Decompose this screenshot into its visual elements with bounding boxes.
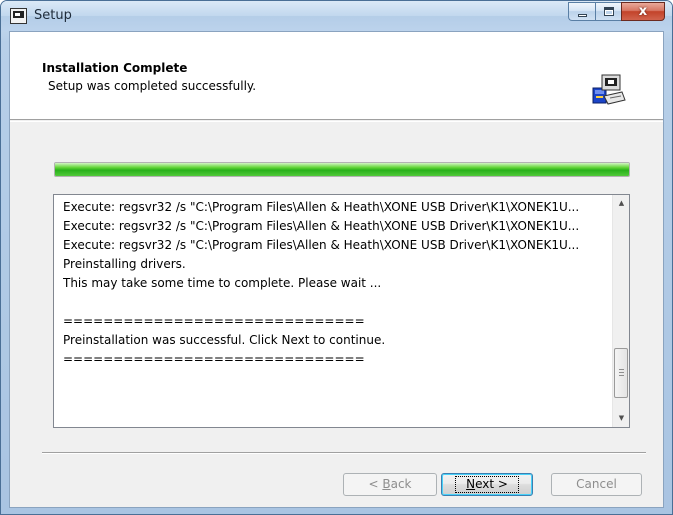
back-button-prefix: <	[368, 477, 383, 491]
page-subtitle: Setup was completed successfully.	[48, 79, 257, 93]
log-line: Execute: regsvr32 /s "C:\Program Files\A…	[63, 238, 580, 252]
setup-window: Setup x Installation Complete Setup was …	[0, 0, 673, 515]
log-line: Preinstallation was successful. Click Ne…	[63, 333, 386, 347]
next-button-focus: Next >	[455, 476, 519, 493]
details-log[interactable]: Execute: regsvr32 /s "C:\Program Files\A…	[53, 194, 630, 428]
wizard-header: Installation Complete Setup was complete…	[10, 32, 663, 120]
cancel-button[interactable]: Cancel	[551, 473, 642, 496]
minimize-button[interactable]	[568, 2, 595, 21]
log-line: Preinstalling drivers.	[63, 257, 186, 271]
back-button-accel: B	[382, 477, 391, 491]
scroll-up-arrow-icon[interactable]: ▲	[613, 195, 630, 212]
log-line: This may take some time to complete. Ple…	[63, 276, 382, 290]
back-button-rest: ack	[390, 477, 412, 491]
log-line: ==============================	[63, 352, 365, 366]
footer-divider	[42, 452, 646, 454]
next-button-rest: ext >	[475, 477, 508, 491]
maximize-icon	[604, 7, 614, 16]
next-button-accel: N	[466, 477, 476, 491]
progress-bar	[54, 162, 630, 177]
log-line: Execute: regsvr32 /s "C:\Program Files\A…	[63, 200, 580, 214]
log-scrollbar[interactable]: ▲ ▼	[612, 195, 629, 427]
log-line: ==============================	[63, 314, 365, 328]
setup-app-icon[interactable]	[10, 8, 27, 24]
scroll-thumb[interactable]	[614, 348, 628, 398]
window-title: Setup	[34, 8, 72, 23]
log-line: Execute: regsvr32 /s "C:\Program Files\A…	[63, 219, 580, 233]
log-lines: Execute: regsvr32 /s "C:\Program Files\A…	[63, 198, 607, 369]
progress-bar-fill	[55, 163, 629, 176]
header-divider	[10, 121, 663, 122]
scroll-down-arrow-icon[interactable]: ▼	[613, 410, 630, 427]
page-title: Installation Complete	[42, 61, 188, 75]
window-controls: x	[568, 2, 665, 21]
wizard-client-area: Installation Complete Setup was complete…	[9, 31, 664, 508]
maximize-button[interactable]	[595, 2, 621, 21]
next-button[interactable]: Next >	[441, 473, 533, 496]
close-button[interactable]: x	[621, 2, 665, 21]
minimize-icon	[578, 14, 587, 17]
grip-icon	[619, 369, 624, 376]
title-bar[interactable]: Setup x	[1, 1, 672, 31]
installer-computer-icon	[592, 74, 626, 105]
close-icon: x	[638, 4, 648, 19]
back-button[interactable]: < Back	[343, 473, 437, 496]
